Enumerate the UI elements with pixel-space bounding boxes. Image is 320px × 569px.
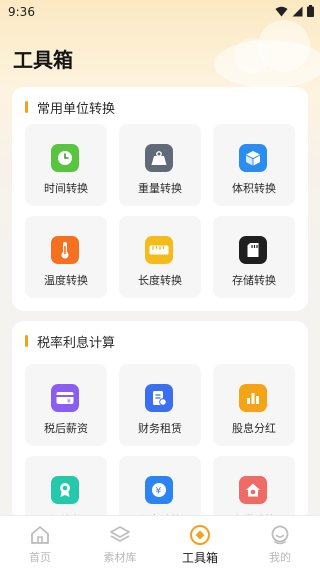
status-bar: 9:36 xyxy=(0,0,320,24)
yen-icon: ¥ xyxy=(145,476,173,504)
invoice-icon xyxy=(145,384,173,412)
tool-label: 温度转换 xyxy=(44,274,88,287)
bottom-tab-bar: 首页 素材库 工具箱 我的 xyxy=(0,515,320,569)
clock-icon xyxy=(51,144,79,172)
tool-storage-conversion[interactable]: 存储转换 xyxy=(213,216,295,298)
tool-interest-calculation[interactable]: ¥ 利息计算 xyxy=(119,456,201,521)
tool-label: 存储转换 xyxy=(232,274,276,287)
sd-card-icon xyxy=(239,236,267,264)
tool-volume-conversion[interactable]: 体积转换 xyxy=(213,124,295,206)
profile-icon xyxy=(271,525,289,545)
section-accent-bar xyxy=(25,101,28,113)
cube-icon xyxy=(239,144,267,172)
ruler-icon xyxy=(145,236,173,264)
tab-materials[interactable]: 素材库 xyxy=(80,524,160,568)
layers-icon xyxy=(110,526,130,542)
section-title: 税率利息计算 xyxy=(37,335,116,351)
section-header: 税率利息计算 xyxy=(25,333,116,351)
section-accent-bar xyxy=(25,335,28,347)
svg-text:¥: ¥ xyxy=(156,487,162,497)
section-header: 常用单位转换 xyxy=(25,99,116,117)
tab-label: 首页 xyxy=(29,551,51,564)
status-time: 9:36 xyxy=(8,5,35,19)
tool-label: 长度转换 xyxy=(138,274,182,287)
tool-year-end-bonus[interactable]: 年终奖 xyxy=(25,456,107,521)
tool-label: 时间转换 xyxy=(44,182,88,195)
house-icon xyxy=(239,476,267,504)
tool-temperature-conversion[interactable]: 温度转换 xyxy=(25,216,107,298)
tool-label: 股息分红 xyxy=(232,422,276,435)
tab-toolbox[interactable]: 工具箱 xyxy=(160,524,240,568)
tool-label: 税后薪资 xyxy=(44,422,88,435)
wallet-icon: ¥ xyxy=(51,384,79,412)
tab-label: 我的 xyxy=(269,551,291,564)
tool-length-conversion[interactable]: 长度转换 xyxy=(119,216,201,298)
signal-icon xyxy=(292,6,303,16)
tab-profile[interactable]: 我的 xyxy=(240,524,320,568)
tool-label: 财务租赁 xyxy=(138,422,182,435)
tool-dividend[interactable]: 股息分红 xyxy=(213,364,295,446)
page-title: 工具箱 xyxy=(13,48,73,72)
tool-mortgage-calculation[interactable]: 房贷计算 xyxy=(213,456,295,521)
tool-financial-leasing[interactable]: 财务租赁 xyxy=(119,364,201,446)
award-icon xyxy=(51,476,79,504)
wifi-icon xyxy=(275,6,288,16)
tab-label: 素材库 xyxy=(103,551,137,564)
cloud-decoration xyxy=(214,20,320,88)
battery-icon xyxy=(307,5,314,17)
status-icons xyxy=(275,5,314,17)
section-tax-interest: 税率利息计算 ¥ 税后薪资 财务租赁 股息分红 年终奖 ¥ 利息计算 房贷计算 xyxy=(12,321,308,521)
section-unit-conversion: 常用单位转换 时间转换 重量转换 体积转换 温度转换 长度转换 存储转换 xyxy=(12,87,308,311)
tool-time-conversion[interactable]: 时间转换 xyxy=(25,124,107,206)
bar-chart-icon xyxy=(239,384,267,412)
tool-label: 体积转换 xyxy=(232,182,276,195)
tab-home[interactable]: 首页 xyxy=(0,524,80,568)
section-title: 常用单位转换 xyxy=(37,101,116,117)
tool-after-tax-salary[interactable]: ¥ 税后薪资 xyxy=(25,364,107,446)
weight-icon xyxy=(145,144,173,172)
thermometer-icon xyxy=(51,236,79,264)
home-icon xyxy=(31,526,49,544)
tab-label: 工具箱 xyxy=(181,551,218,565)
tool-label: 重量转换 xyxy=(138,182,182,195)
svg-text:¥: ¥ xyxy=(67,398,71,405)
toolbox-icon xyxy=(190,525,210,545)
tool-weight-conversion[interactable]: 重量转换 xyxy=(119,124,201,206)
